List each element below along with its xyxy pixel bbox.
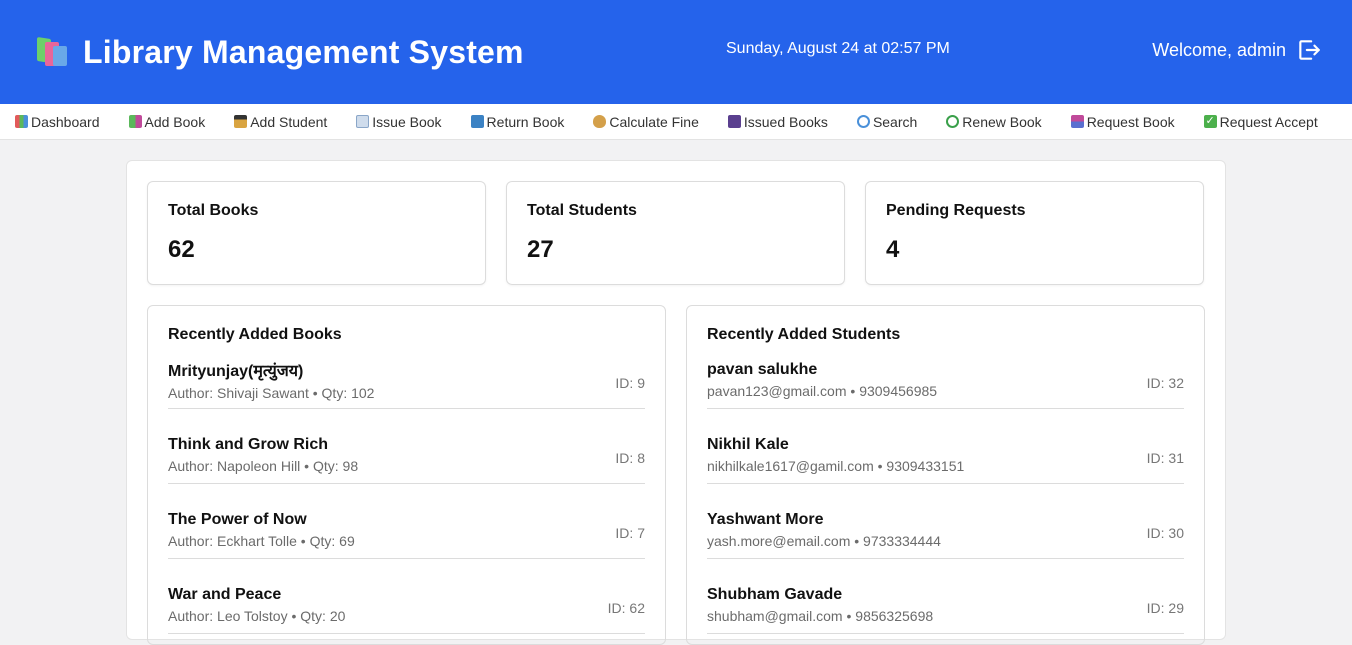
app-title: Library Management System [83,33,524,70]
nav-add-student[interactable]: Add Student [234,114,327,130]
nav-calculate-fine[interactable]: Calculate Fine [593,114,699,130]
money-bag-icon [593,115,607,128]
stat-card-total-books: Total Books 62 [147,181,486,285]
stat-value: 27 [527,236,554,263]
book-title: Mrityunjay(मृत्युंजय) [168,363,304,380]
book-meta: Author: Eckhart Tolle • Qty: 69 [168,533,355,549]
list-item[interactable]: Think and Grow Rich Author: Napoleon Hill… [168,435,645,484]
list-item[interactable]: War and Peace Author: Leo Tolstoy • Qty: … [168,585,645,634]
recent-books-title: Recently Added Books [168,326,342,343]
nav-request-accept[interactable]: ✓ Request Accept [1203,113,1318,130]
student-id: ID: 29 [1146,600,1184,616]
list-item[interactable]: Shubham Gavade shubham@gmail.com • 985632… [707,585,1184,634]
student-contact: yash.more@email.com • 9733334444 [707,533,941,549]
nav-search[interactable]: Search [856,113,918,130]
book-id: ID: 9 [615,375,645,391]
welcome-text: Welcome, admin [1152,39,1286,60]
nav-label: Issue Book [372,113,442,130]
stat-label: Total Books [168,202,259,219]
student-name: pavan salukhe [707,361,818,378]
nav-label: Return Book [486,113,565,130]
recent-students-title: Recently Added Students [707,326,901,343]
return-icon [470,115,484,128]
student-name: Nikhil Kale [707,436,789,453]
search-icon [856,115,870,128]
book-meta: Author: Napoleon Hill • Qty: 98 [168,458,359,474]
logout-icon[interactable] [1296,37,1322,63]
student-icon [234,115,248,128]
list-item[interactable]: pavan salukhe pavan123@gmail.com • 930945… [707,360,1184,409]
recent-students-card: Recently Added Students pavan salukhe pav… [686,305,1205,645]
stat-value: 4 [886,236,900,263]
notebook-icon [727,115,741,128]
nav-label: Request Accept [1219,113,1318,130]
nav-renew-book[interactable]: Renew Book [946,113,1042,130]
list-item[interactable]: Yashwant More yash.more@email.com • 97333… [707,510,1184,559]
nav-label: Add Student [250,113,328,130]
student-contact: nikhilkale1617@gamil.com • 9309433151 [707,458,965,474]
nav-issue-book[interactable]: Issue Book [356,113,442,130]
book-meta: Author: Leo Tolstoy • Qty: 20 [168,608,346,624]
brand: Library Management System [35,34,524,71]
book-title: War and Peace [168,586,282,603]
open-book-icon [356,115,370,128]
nav-label: Calculate Fine [609,113,699,130]
check-icon: ✓ [1203,115,1217,128]
student-id: ID: 30 [1146,525,1184,541]
stat-label: Total Students [527,202,637,219]
nav-request-book[interactable]: Request Book [1070,113,1175,130]
book-id: ID: 62 [607,600,645,616]
student-id: ID: 31 [1146,450,1184,466]
stat-card-total-students: Total Students 27 [506,181,845,285]
app-header: Library Management System Sunday, August… [0,0,1352,104]
books-icon [128,115,142,128]
main-nav: Dashboard Add Book Add Student Issue Boo… [0,104,1352,140]
stat-value: 62 [168,236,195,263]
book-id: ID: 8 [615,450,645,466]
list-item[interactable]: The Power of Now Author: Eckhart Tolle • … [168,510,645,559]
student-contact: pavan123@gmail.com • 9309456985 [707,383,938,399]
book-id: ID: 7 [615,525,645,541]
book-meta: Author: Shivaji Sawant • Qty: 102 [168,385,375,401]
list-item[interactable]: Nikhil Kale nikhilkale1617@gamil.com • 93… [707,435,1184,484]
user-welcome: Welcome, admin [1152,37,1322,63]
student-name: Yashwant More [707,511,824,528]
nav-label: Request Book [1086,113,1175,130]
stat-card-pending-requests: Pending Requests 4 [865,181,1204,285]
nav-return-book[interactable]: Return Book [470,113,565,130]
nav-label: Search [872,113,918,130]
student-id: ID: 32 [1146,375,1184,391]
list-item[interactable]: Mrityunjay(मृत्युंजय) Author: Shivaji Saw… [168,360,645,409]
book-title: Think and Grow Rich [168,436,329,453]
nav-label: Issued Books [743,113,828,130]
nav-add-book[interactable]: Add Book [128,113,206,130]
nav-dashboard[interactable]: Dashboard [15,114,100,130]
bar-chart-icon [15,115,28,128]
current-datetime: Sunday, August 24 at 02:57 PM [726,40,950,57]
inbox-icon [1070,115,1084,128]
nav-label: Add Book [144,113,206,130]
dashboard-panel: Total Books 62 Total Students 27 Pending… [126,160,1226,645]
stat-label: Pending Requests [886,202,1026,219]
recent-books-card: Recently Added Books Mrityunjay(मृत्युंज… [147,305,666,645]
nav-issued-books[interactable]: Issued Books [727,113,828,130]
student-name: Shubham Gavade [707,586,843,603]
book-title: The Power of Now [168,511,307,528]
nav-label: Renew Book [962,113,1042,130]
student-contact: shubham@gmail.com • 9856325698 [707,608,934,624]
nav-label: Dashboard [31,113,100,130]
books-logo-icon [35,36,69,68]
recycle-icon [946,115,960,128]
